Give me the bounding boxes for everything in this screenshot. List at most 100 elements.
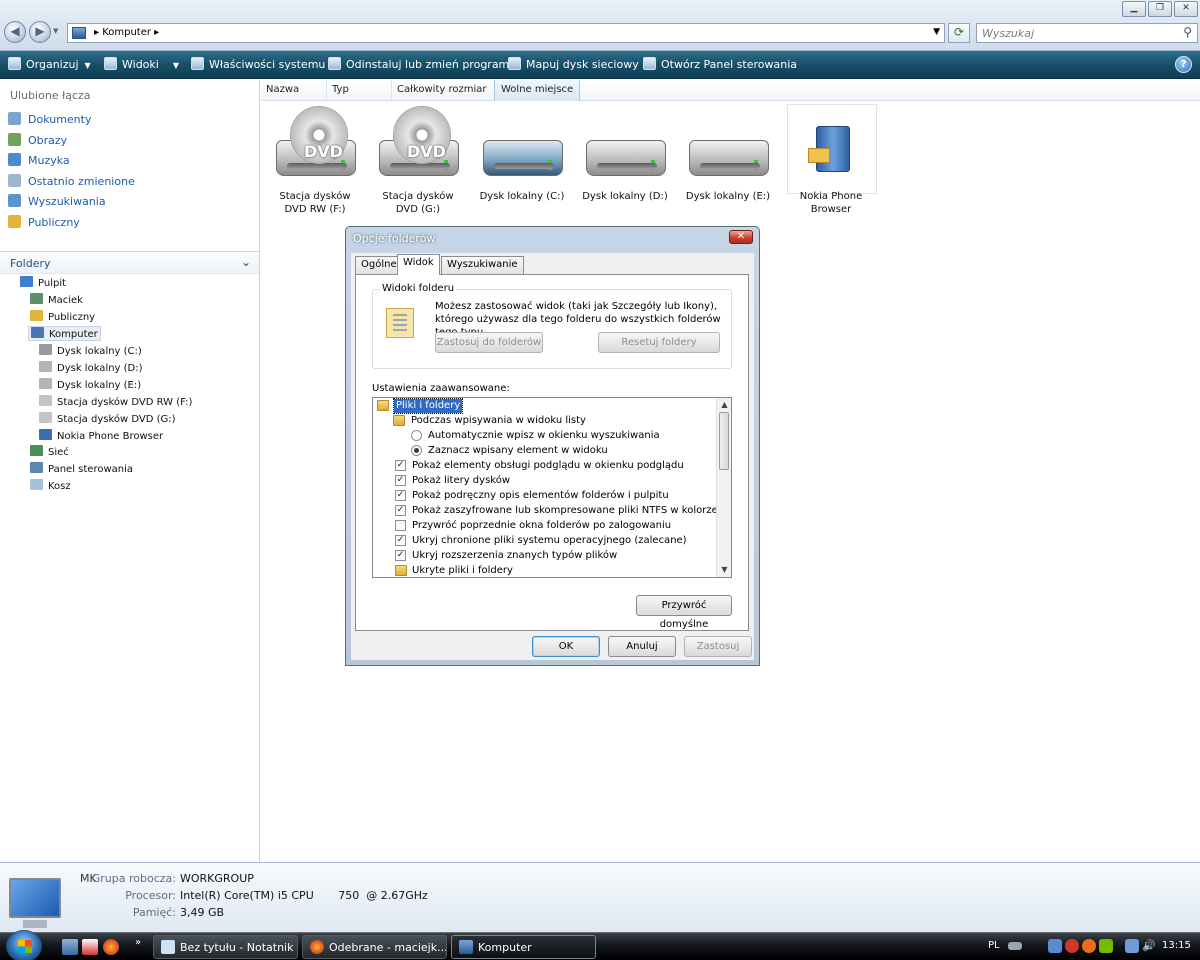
column-name[interactable]: Nazwa [266,84,299,95]
app-tray-icon[interactable] [1082,939,1096,953]
tree-item-drive-c[interactable]: Dysk lokalny (C:) [39,344,142,357]
start-button[interactable] [6,930,42,960]
adv-item-radio[interactable]: Automatycznie wpisz w okienku wyszukiwan… [411,429,711,443]
favorite-pictures[interactable]: Obrazy [8,133,67,147]
tree-item-public[interactable]: Publiczny [30,310,95,323]
tree-item-nokia[interactable]: Nokia Phone Browser [39,429,163,442]
advanced-settings-list[interactable]: Pliki i foldery Podczas wpisywania w wid… [372,397,732,578]
firefox-icon[interactable] [103,939,119,955]
error-icon[interactable] [1065,939,1079,953]
scroll-down-icon[interactable]: ▼ [717,563,731,577]
quicklaunch-expand-icon[interactable]: » [135,937,141,948]
tree-item-network[interactable]: Sieć [30,445,69,458]
adv-item-folder[interactable]: Podczas wpisywania w widoku listy [393,414,713,428]
address-bar[interactable]: ▸ Komputer ▸ ▼ [67,23,945,43]
chevron-down-icon[interactable]: ▼ [933,27,940,37]
adv-item-radio[interactable]: Zaznacz wpisany element w widoku [411,444,711,458]
uninstall-button[interactable]: Odinstaluj lub zmień program [328,57,509,71]
drive-item-e[interactable]: Dysk lokalny (E:) [680,104,776,203]
app-quicklaunch-icon[interactable] [82,939,98,955]
task-computer[interactable]: Komputer [451,935,596,959]
tree-item-computer[interactable]: Komputer [28,326,101,341]
radio-button[interactable] [411,430,422,441]
scroll-up-icon[interactable]: ▲ [717,398,731,412]
volume-icon[interactable]: 🔊 [1142,939,1156,953]
tab-search[interactable]: Wyszukiwanie [441,256,524,274]
favorite-public[interactable]: Publiczny [8,215,80,229]
column-free-space[interactable]: Wolne miejsce [494,80,581,101]
favorite-recent[interactable]: Ostatnio zmienione [8,174,135,188]
folders-header[interactable]: Foldery ⌄ [0,251,259,274]
checkbox[interactable] [395,520,406,531]
language-indicator[interactable]: PL [988,940,1000,951]
adv-item-checkbox[interactable]: ✓ Pokaż elementy obsługi podglądu w okie… [395,459,715,473]
breadcrumb-komputer[interactable]: Komputer [102,27,151,38]
dialog-close-button[interactable]: ✕ [729,230,753,244]
adv-item-checkbox[interactable]: ✓ Pokaż podręczny opis elementów folderó… [395,489,715,503]
column-type[interactable]: Typ [332,84,349,95]
adv-item-folder[interactable]: Ukryte pliki i foldery [395,564,715,577]
adv-item-checkbox[interactable]: ✓ Ukryj rozszerzenia znanych typów plikó… [395,549,715,563]
keyboard-icon[interactable] [1008,942,1022,950]
adv-item-checkbox[interactable]: ✓ Ukryj chronione pliki systemu operacyj… [395,534,715,548]
network-icon[interactable] [1125,939,1139,953]
security-icon[interactable] [1048,939,1062,953]
adv-item-checkbox[interactable]: Przywróć poprzednie okna folderów po zal… [395,519,715,533]
checkbox[interactable]: ✓ [395,460,406,471]
system-properties-button[interactable]: Właściwości systemu [191,57,325,71]
drive-item-dvd-rw-f[interactable]: DVD Stacja dysków DVD RW (F:) [267,104,363,216]
tree-item-drive-g[interactable]: Stacja dysków DVD (G:) [39,412,176,425]
cancel-button[interactable]: Anuluj [608,636,676,657]
adv-item-checkbox[interactable]: ✓ Pokaż litery dysków [395,474,715,488]
drive-item-dvd-g[interactable]: DVD Stacja dysków DVD (G:) [370,104,466,216]
tab-general[interactable]: Ogólne [355,256,403,274]
help-icon[interactable]: ? [1175,56,1192,73]
control-panel-button[interactable]: Otwórz Panel sterowania [643,57,797,71]
minimize-button[interactable]: ▁ [1122,1,1146,17]
drive-item-c[interactable]: Dysk lokalny (C:) [474,104,570,203]
tree-item-drive-f[interactable]: Stacja dysków DVD RW (F:) [39,395,192,408]
scroll-thumb[interactable] [719,412,729,470]
maximize-button[interactable]: ❐ [1148,1,1172,17]
history-dropdown-icon[interactable]: ▼ [53,27,58,35]
favorite-searches[interactable]: Wyszukiwania [8,194,106,208]
favorite-music[interactable]: Muzyka [8,153,70,167]
search-input[interactable]: Wyszukaj ⚲ [976,23,1198,43]
tree-item-maciek[interactable]: Maciek [30,293,83,306]
close-button[interactable]: ✕ [1174,1,1198,17]
restore-defaults-button[interactable]: Przywróć domyślne [636,595,732,630]
checkbox[interactable]: ✓ [395,475,406,486]
radio-button[interactable] [411,445,422,456]
show-desktop-icon[interactable] [62,939,78,955]
map-drive-button[interactable]: Mapuj dysk sieciowy [508,57,639,71]
checkbox[interactable]: ✓ [395,505,406,516]
reset-folders-button[interactable]: Resetuj foldery [598,332,720,353]
task-notepad[interactable]: Bez tytułu - Notatnik [153,935,298,959]
tree-item-recycle-bin[interactable]: Kosz [30,479,71,492]
chevron-down-icon[interactable]: ⌄ [241,255,251,269]
organize-button[interactable]: Organizuj ▼ [8,57,91,71]
refresh-button[interactable]: ⟳ [948,23,970,43]
ok-button[interactable]: OK [532,636,600,657]
drive-item-d[interactable]: Dysk lokalny (D:) [577,104,673,203]
checkbox[interactable]: ✓ [395,490,406,501]
tree-item-desktop[interactable]: Pulpit [20,276,66,289]
nvidia-icon[interactable] [1099,939,1113,953]
forward-button[interactable]: ▶ [29,21,51,43]
column-separator[interactable] [391,80,392,100]
drive-item-nokia[interactable]: Nokia Phone Browser [783,104,879,216]
tree-item-control-panel[interactable]: Panel sterowania [30,462,133,475]
adv-item-folder[interactable]: Pliki i foldery [377,398,717,414]
checkbox[interactable]: ✓ [395,535,406,546]
tab-view[interactable]: Widok [397,254,440,275]
breadcrumb[interactable]: ▸ Komputer ▸ [94,27,159,38]
views-button[interactable]: Widoki ▼ [104,57,179,71]
tree-item-drive-d[interactable]: Dysk lokalny (D:) [39,361,143,374]
apply-to-folders-button[interactable]: Zastosuj do folderów [435,332,543,353]
clock[interactable]: 13:15 [1162,940,1191,951]
adv-item-checkbox[interactable]: ✓ Pokaż zaszyfrowane lub skompresowane p… [395,504,718,518]
task-firefox[interactable]: Odebrane - maciejk... [302,935,447,959]
column-total-size[interactable]: Całkowity rozmiar [397,84,487,95]
favorite-documents[interactable]: Dokumenty [8,112,91,126]
search-icon[interactable]: ⚲ [1183,25,1192,39]
